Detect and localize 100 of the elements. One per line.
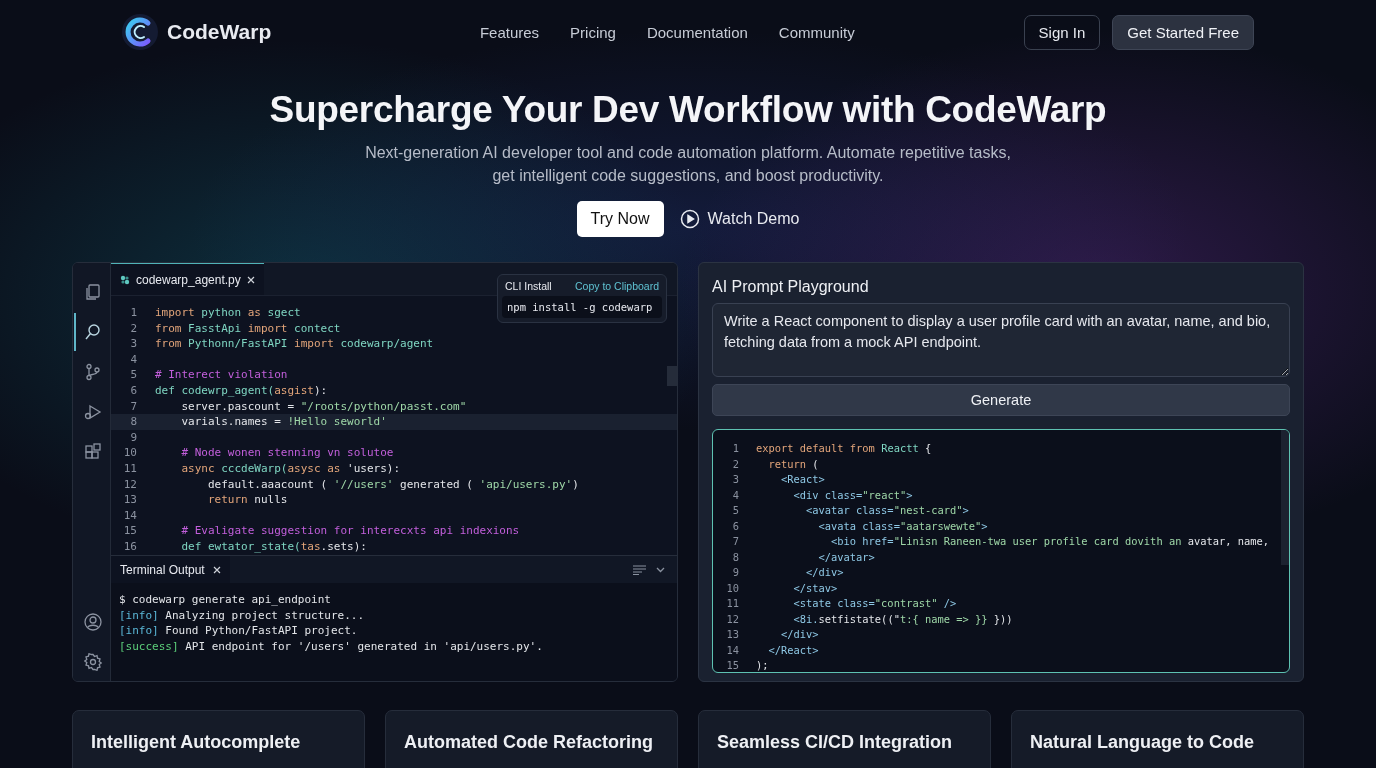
code-line: def codewrp_agent(asgist): xyxy=(155,382,328,399)
code-line: from FasstApi import contect xyxy=(155,320,341,337)
close-icon[interactable] xyxy=(246,275,255,284)
chevron-down-icon[interactable] xyxy=(656,566,665,573)
branch-icon xyxy=(83,363,102,381)
code-line: <avata class="aatarswewte"> xyxy=(817,518,988,534)
line-number: 9 xyxy=(129,429,137,446)
line-number: 11 xyxy=(122,460,137,477)
terminal-line: [info] Found Python/FastAPI project. xyxy=(119,623,359,639)
line-number: 13 xyxy=(122,492,137,508)
line-number: 10 xyxy=(725,580,739,596)
extensions-icon xyxy=(83,443,102,461)
code-line: import python as sgect xyxy=(155,305,301,321)
line-number: 7 xyxy=(731,534,739,549)
line-number: 6 xyxy=(731,518,739,534)
list-icon[interactable] xyxy=(633,564,646,575)
try-now-button[interactable]: Try Now xyxy=(576,201,664,237)
get-started-button[interactable]: Get Started Free xyxy=(1112,14,1254,50)
line-number: 1 xyxy=(731,441,739,456)
line-number: 7 xyxy=(129,398,137,415)
hero-subtitle: Next-generation AI developer tool and code automation platform. Automate repetitive tasks, get intelligent code suggestions, and boost productivity. xyxy=(364,143,1012,186)
terminal-line: $ codewarp generate api_endpoint xyxy=(119,592,332,608)
line-number: 12 xyxy=(122,476,137,493)
line-number: 16 xyxy=(122,538,137,555)
line-number: 14 xyxy=(122,507,137,524)
code-line: async cccdeWarp(asysc as 'users): xyxy=(180,460,401,477)
code-line: from Pythonn/FastAPI import codewarp/agent xyxy=(155,336,434,352)
code-line: <avatar class="nest-card"> xyxy=(805,503,969,518)
account-icon xyxy=(83,613,102,631)
code-line: # Node wonen stenning vn solutoe xyxy=(180,445,394,461)
line-number: 2 xyxy=(731,456,739,472)
settings-icon xyxy=(83,653,102,671)
line-number: 3 xyxy=(129,336,137,352)
file-tab[interactable]: codewarp_agent.py xyxy=(111,263,264,295)
close-icon[interactable] xyxy=(212,565,221,574)
code-line: ); xyxy=(756,658,769,672)
watch-demo-button[interactable]: Watch Demo xyxy=(679,209,800,229)
hero-title: Supercharge Your Dev Workflow with CodeWarp xyxy=(269,89,1107,131)
line-number: 8 xyxy=(129,414,137,430)
feature-title: Automated Code Refactoring xyxy=(404,732,654,753)
prompt-field[interactable]: Write a React component to display a user profile card with an avatar, name, and bio, fetching data from a mock API endpoint. xyxy=(712,303,1290,377)
line-number: 4 xyxy=(129,351,137,368)
python-file-icon xyxy=(120,274,130,285)
line-number: 10 xyxy=(122,445,137,461)
nav-link[interactable]: Documentation xyxy=(646,23,748,41)
play-icon xyxy=(679,209,700,229)
copy-link[interactable]: Copy to Clipboard xyxy=(574,280,659,292)
line-number: 6 xyxy=(129,382,137,399)
file-tab-label: codewarp_agent.py xyxy=(136,272,241,287)
code-line: <bio href="Linisn Raneen-twa user profile card dovith an avatar, name, xyxy=(830,534,1269,549)
code-line: varials.names = !Hello seworld' xyxy=(180,414,387,430)
code-line: default.aaacount ( '//users' generated ( 'api/users.py') xyxy=(206,476,579,493)
code-line: return nulls xyxy=(206,492,288,508)
code-line: <React> xyxy=(780,472,825,487)
nav-link[interactable]: Pricing xyxy=(570,23,616,41)
line-number: 5 xyxy=(129,367,137,383)
scrollbar[interactable] xyxy=(667,366,677,386)
sign-in-button[interactable]: Sign In xyxy=(1023,14,1101,50)
line-number: 13 xyxy=(725,627,739,642)
line-number: 5 xyxy=(731,503,739,518)
brand-name[interactable]: CodeWarp xyxy=(167,20,272,44)
generate-button[interactable]: Generate xyxy=(712,384,1290,416)
code-line: <8i.setfistate(("t:{ name => }} })) xyxy=(792,611,1013,627)
code-line: </avatar> xyxy=(817,549,875,565)
code-line: </stav> xyxy=(792,580,838,596)
line-number: 11 xyxy=(725,596,739,611)
line-number: 2 xyxy=(129,320,137,337)
feature-title: Natural Language to Code xyxy=(1030,732,1255,753)
terminal-tab[interactable]: Terminal Output xyxy=(111,556,230,583)
nav-link[interactable]: Features xyxy=(479,23,540,41)
playground-title: AI Prompt Playground xyxy=(712,278,870,296)
feature-title: Seamless CI/CD Integration xyxy=(717,732,954,753)
line-number: 1 xyxy=(129,305,137,321)
code-line: </div> xyxy=(805,565,844,580)
code-line: <div class="react"> xyxy=(792,487,913,503)
nav-link[interactable]: Community xyxy=(778,23,855,41)
files-icon xyxy=(83,283,102,301)
line-number: 15 xyxy=(725,658,739,672)
terminal-tab-label: Terminal Output xyxy=(120,562,205,577)
logo-icon xyxy=(121,13,159,51)
line-number: 3 xyxy=(731,472,739,487)
cli-label: CLI Install xyxy=(505,280,552,292)
code-line: </div> xyxy=(780,627,819,642)
code-line: server.pascount = "/roots/python/passt.com" xyxy=(180,398,467,415)
feature-title: Intelligent Autocomplete xyxy=(91,732,302,753)
line-number: 8 xyxy=(731,549,739,565)
line-number: 9 xyxy=(731,565,739,580)
terminal-line: [info] Analyzing project structure... xyxy=(119,607,366,623)
line-number: 14 xyxy=(725,642,739,658)
line-number: 15 xyxy=(122,523,137,539)
cli-command: npm install -g codewarp xyxy=(502,296,662,318)
terminal-line: [success] API endpoint for '/users' generated in 'api/users.py'. xyxy=(119,638,544,654)
search-icon xyxy=(83,323,102,341)
code-line: </React> xyxy=(767,642,819,658)
code-line: export default from Reactt { xyxy=(756,441,932,456)
run-debug-icon xyxy=(83,403,102,421)
scrollbar[interactable] xyxy=(1281,430,1289,565)
code-line: # Interect violation xyxy=(155,367,288,383)
line-number: 4 xyxy=(731,487,739,503)
code-line: def ewtator_state(tas.sets): xyxy=(180,538,367,555)
